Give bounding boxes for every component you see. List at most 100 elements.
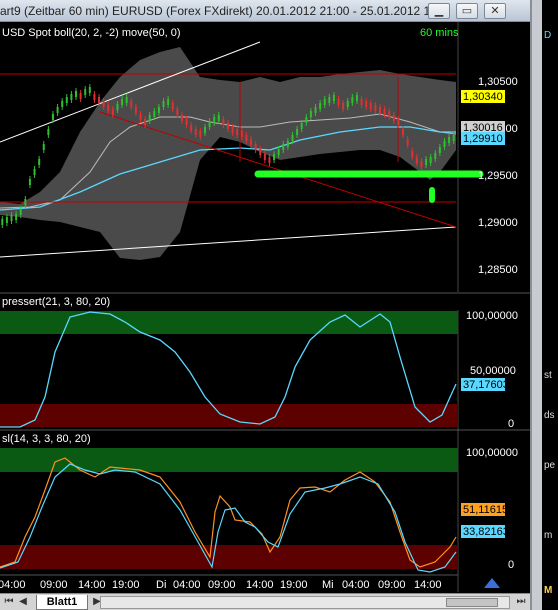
time-label-9: Mi: [322, 579, 334, 591]
candle-body: [139, 114, 142, 120]
window-title: art9 (Zeitbar 60 min) EURUSD (Forex FXdi…: [0, 4, 447, 18]
candle-body: [116, 104, 119, 110]
candle-body: [93, 94, 96, 100]
candle-body: [305, 117, 308, 123]
candle-body: [268, 157, 271, 163]
time-label-2: 14:00: [78, 579, 106, 591]
minimize-button[interactable]: ▁: [428, 3, 450, 19]
chart-svg: USD Spot boll(20, 2, -2) move(50, 0) 60 …: [0, 22, 530, 600]
candle-body: [250, 139, 253, 145]
candle-body: [227, 123, 229, 129]
candle-body: [190, 125, 193, 131]
time-label-7: 14:00: [246, 579, 274, 591]
candle-body: [379, 107, 381, 113]
candle-body: [291, 135, 294, 141]
candle-body: [365, 101, 368, 107]
candle-body: [360, 99, 363, 105]
candle-body: [443, 141, 446, 147]
candle-body: [240, 131, 243, 137]
candle-body: [107, 105, 110, 111]
maximize-button[interactable]: ▭: [456, 3, 478, 19]
price-tick-4: 1,29000: [478, 217, 518, 229]
prev-sheet-icon[interactable]: ◀: [16, 595, 30, 609]
candle-body: [259, 149, 262, 155]
price-tick-3: 1,29500: [478, 170, 518, 182]
candle-body: [402, 129, 405, 135]
candle-body: [42, 144, 45, 150]
close-button[interactable]: ✕: [484, 3, 506, 19]
window-titlebar: art9 (Zeitbar 60 min) EURUSD (Forex FXdi…: [0, 0, 530, 22]
stoch2-tick-0: 0: [508, 559, 514, 571]
candle-body: [19, 209, 22, 215]
candle-body: [56, 107, 59, 113]
candle-body: [98, 97, 101, 103]
stoch2-tick-100: 100,00000: [466, 447, 518, 459]
candle-body: [222, 119, 225, 125]
candle-body: [130, 101, 133, 107]
fragment-1: D: [544, 30, 552, 41]
price-marker-ma: 1,29910: [463, 133, 503, 145]
candle-body: [342, 103, 345, 109]
candle-body: [448, 137, 451, 143]
candle-body: [121, 99, 124, 105]
candle-body: [245, 135, 248, 141]
candle-body: [203, 127, 206, 133]
sheet-tabs-bar: ⏮ ◀ Blatt1 ▶ ⏭: [0, 593, 530, 610]
candle-body: [88, 87, 91, 93]
candle-body: [383, 109, 386, 115]
candle-body: [254, 144, 257, 150]
candle-body: [355, 95, 358, 101]
candle-body: [171, 103, 174, 109]
candle-body: [282, 144, 285, 150]
interval-label: 60 mins: [420, 27, 459, 39]
time-label-11: 09:00: [378, 579, 406, 591]
candle-body: [286, 141, 289, 147]
candle-body: [134, 107, 137, 113]
candle-body: [369, 103, 372, 109]
price-tick-1: 1,30500: [478, 76, 518, 88]
candle-body: [153, 111, 156, 117]
candle-body: [392, 115, 395, 121]
candle-body: [176, 109, 179, 115]
stoch2-marker-cyan: 33,82163: [463, 526, 509, 538]
last-sheet-icon[interactable]: ⏭: [514, 595, 528, 609]
candle-body: [144, 119, 147, 125]
candle-body: [111, 109, 114, 115]
candle-body: [157, 107, 160, 113]
time-label-12: 14:00: [414, 579, 442, 591]
sheet-tab-blatt1[interactable]: Blatt1: [36, 595, 88, 610]
candle-body: [415, 157, 418, 163]
candle-body: [33, 169, 36, 175]
candle-body: [388, 111, 391, 117]
candle-body: [199, 131, 202, 137]
candle-body: [438, 147, 441, 153]
candle-body: [102, 101, 105, 107]
fragment-4: pe: [544, 460, 556, 471]
candle-body: [420, 161, 423, 167]
stoch2-marker-orange: 51,11615: [463, 504, 508, 516]
time-label-0: 04:00: [0, 579, 26, 591]
candle-body: [337, 99, 340, 105]
candle-body: [51, 114, 54, 120]
adjacent-window-content: D st ds pe m M: [542, 0, 558, 610]
candle-body: [10, 215, 13, 221]
candle-body: [406, 139, 409, 145]
time-label-10: 04:00: [342, 579, 370, 591]
horizontal-scrollbar[interactable]: [100, 596, 510, 609]
time-label-1: 09:00: [40, 579, 68, 591]
price-marker-last: 1,30340: [463, 91, 503, 103]
candle-body: [319, 103, 322, 109]
fragment-2: st: [544, 370, 552, 381]
chart-area[interactable]: USD Spot boll(20, 2, -2) move(50, 0) 60 …: [0, 22, 530, 600]
first-sheet-icon[interactable]: ⏮: [2, 595, 16, 609]
candle-body: [351, 97, 354, 103]
candle-body: [47, 129, 50, 135]
candle-body: [79, 93, 82, 99]
scrollbar-thumb[interactable]: [446, 598, 498, 607]
fragment-3: ds: [544, 410, 555, 421]
candle-body: [236, 129, 239, 135]
time-label-6: 09:00: [208, 579, 236, 591]
candle-body: [314, 107, 317, 113]
stoch1-tick-100: 100,00000: [466, 310, 518, 322]
candle-body: [65, 97, 68, 103]
